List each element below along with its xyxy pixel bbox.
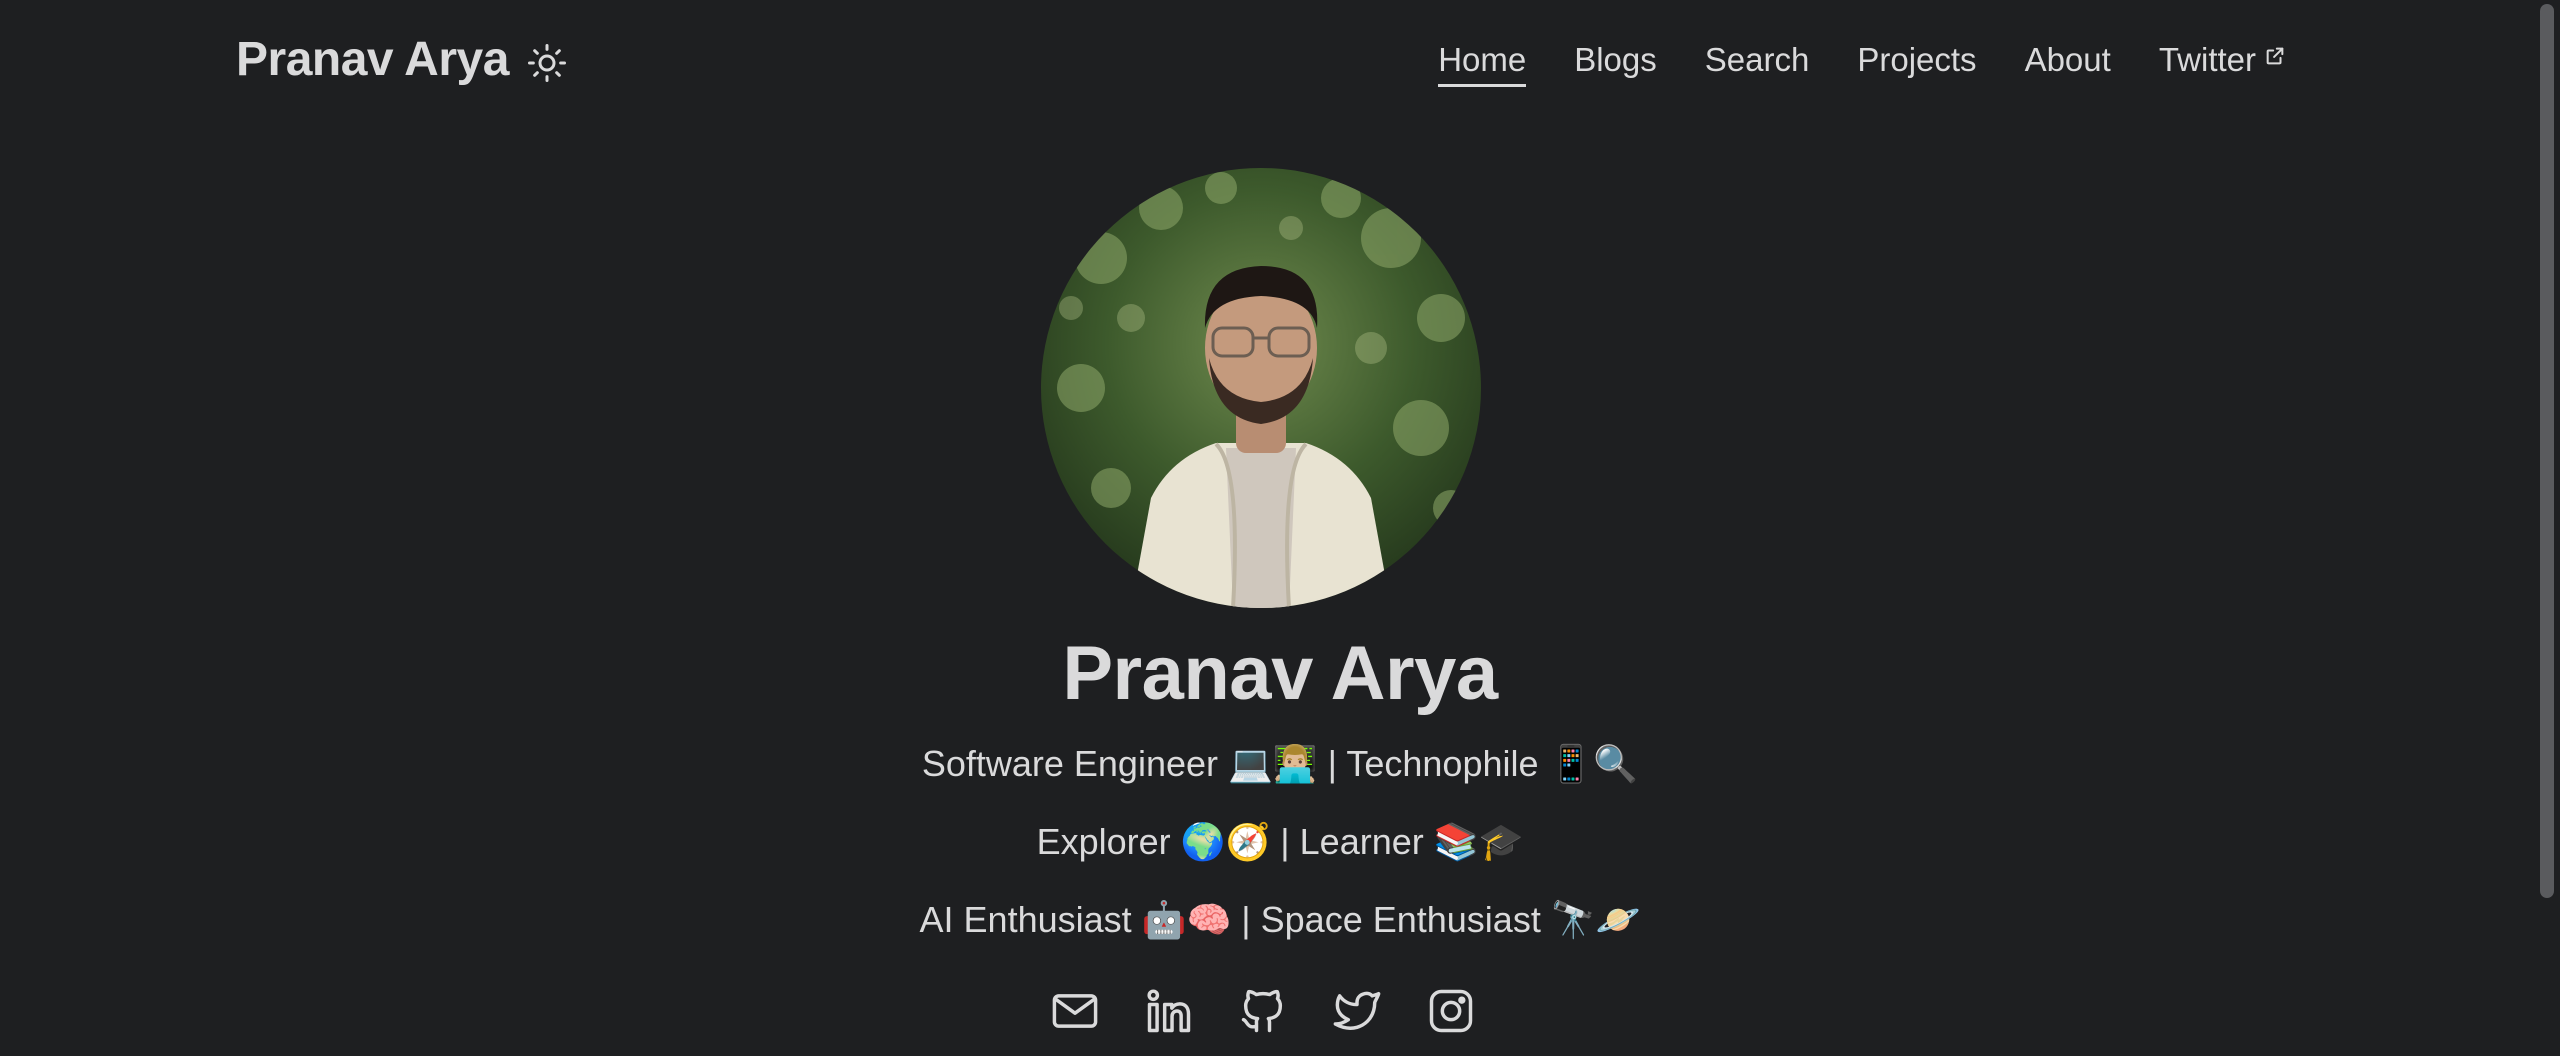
sun-icon (528, 44, 566, 82)
nav-twitter-label: Twitter (2158, 41, 2256, 78)
linkedin-icon (1147, 989, 1191, 1033)
mail-icon (1052, 994, 1098, 1028)
nav-blogs[interactable]: Blogs (1574, 36, 1657, 84)
github-icon (1241, 989, 1283, 1033)
twitter-link[interactable] (1330, 984, 1384, 1038)
nav-twitter[interactable]: Twitter (2159, 36, 2286, 84)
social-links (1048, 984, 1478, 1038)
nav-about[interactable]: About (2025, 36, 2111, 84)
tagline-1: Software Engineer 💻👨🏼‍💻 | Technophile 📱🔍 (921, 743, 1639, 784)
twitter-icon (1333, 991, 1381, 1030)
github-link[interactable] (1236, 984, 1290, 1038)
external-link-icon (2266, 47, 2284, 65)
mail-link[interactable] (1048, 984, 1102, 1038)
instagram-link[interactable] (1424, 984, 1478, 1038)
theme-toggle-button[interactable] (524, 40, 570, 86)
nav-home[interactable]: Home (1438, 36, 1527, 87)
avatar (1041, 168, 1481, 608)
nav-search[interactable]: Search (1705, 36, 1810, 84)
tagline-3: AI Enthusiast 🤖🧠 | Space Enthusiast 🔭🪐 (919, 899, 1641, 940)
linkedin-link[interactable] (1142, 984, 1196, 1038)
main-nav: Home Blogs Search Projects About Twitter (1390, 36, 2286, 87)
site-title[interactable]: Pranav Arya (236, 28, 509, 92)
scrollbar-thumb[interactable] (2540, 4, 2554, 898)
page: Pranav Arya Home Blogs Search Projects A… (0, 0, 2560, 1056)
profile-name: Pranav Arya (1062, 631, 1498, 716)
page-scrollbar[interactable] (2534, 0, 2560, 1056)
tagline-2: Explorer 🌍🧭 | Learner 📚🎓 (1036, 821, 1524, 862)
nav-projects[interactable]: Projects (1857, 36, 1976, 84)
instagram-icon (1429, 989, 1473, 1033)
